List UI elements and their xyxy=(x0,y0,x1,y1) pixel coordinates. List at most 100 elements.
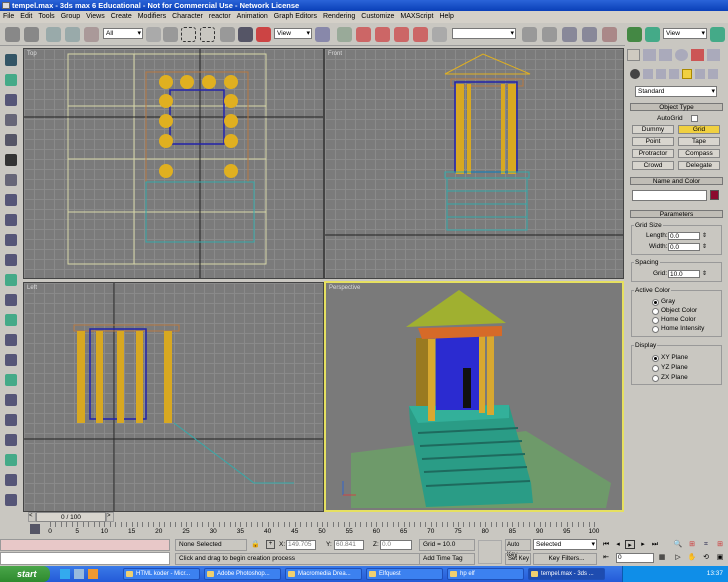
move-icon[interactable] xyxy=(220,27,235,42)
named-selection-dropdown[interactable] xyxy=(452,28,516,39)
compound-icon[interactable] xyxy=(5,334,17,346)
menu-modifiers[interactable]: Modifiers xyxy=(138,11,166,23)
doors-icon[interactable] xyxy=(5,414,17,426)
key-mode-dropdown[interactable]: Selected xyxy=(533,539,597,550)
radio-object-color[interactable]: Object Color xyxy=(652,307,697,315)
modify-tab-icon[interactable] xyxy=(643,49,656,61)
hierarchy-tab-icon[interactable] xyxy=(659,49,672,61)
dummy-button[interactable]: Dummy xyxy=(632,125,674,134)
curve-editor-icon[interactable] xyxy=(582,27,597,42)
radio-yz-plane[interactable]: YZ Plane xyxy=(652,364,688,372)
rectangular-selection-icon[interactable] xyxy=(181,27,196,42)
menu-file[interactable]: File xyxy=(3,11,14,23)
current-frame-field[interactable]: 0 xyxy=(616,553,654,563)
start-button[interactable]: start xyxy=(0,566,50,582)
angle-snap-icon[interactable] xyxy=(375,27,390,42)
material-icon[interactable] xyxy=(5,154,17,166)
viewport-label[interactable]: Perspective xyxy=(329,285,360,291)
layers-icon[interactable] xyxy=(5,174,17,186)
absolute-transform-icon[interactable]: + xyxy=(266,540,275,549)
lights-icon[interactable] xyxy=(656,69,666,79)
task-dreamweaver[interactable]: Macromedia Drea... xyxy=(285,568,362,580)
radio-home-color[interactable]: Home Color xyxy=(652,316,696,324)
bind-space-warp-icon[interactable] xyxy=(84,27,99,42)
task-elfquest[interactable]: Elfquest xyxy=(366,568,443,580)
utilities-tab-icon[interactable] xyxy=(707,49,720,61)
undo-icon[interactable] xyxy=(5,27,20,42)
quick-render-icon[interactable] xyxy=(710,27,725,42)
stairs-icon[interactable] xyxy=(5,454,17,466)
object-type-rollout[interactable]: Object Type xyxy=(630,103,723,111)
space-warps-icon[interactable] xyxy=(695,69,705,79)
pan-icon[interactable]: ✋ xyxy=(687,553,697,562)
zoom-extents-icon[interactable]: ⌗ xyxy=(701,540,711,549)
previous-frame-icon[interactable]: ◂ xyxy=(613,540,623,549)
window-crossing-icon[interactable] xyxy=(200,27,215,42)
mirror-icon[interactable] xyxy=(337,27,352,42)
layers-toolbar-icon[interactable] xyxy=(627,27,642,42)
display-tab-icon[interactable] xyxy=(691,49,704,61)
layer-manager-icon[interactable] xyxy=(562,27,577,42)
mirror-selected-icon[interactable] xyxy=(522,27,537,42)
helpers-icon[interactable] xyxy=(682,69,692,79)
quick-launch-icon[interactable] xyxy=(88,569,98,579)
teapot-icon[interactable] xyxy=(5,274,17,286)
time-configuration-icon[interactable]: ▦ xyxy=(657,553,667,562)
create-tab-icon[interactable] xyxy=(627,49,640,61)
prev-frame-arrow[interactable]: < xyxy=(28,512,36,522)
x-coordinate-field[interactable]: 149.705 xyxy=(286,540,316,550)
scale-icon[interactable] xyxy=(256,27,271,42)
viewport-label[interactable]: Left xyxy=(27,285,37,291)
menu-group[interactable]: Group xyxy=(61,11,80,23)
systems-icon[interactable] xyxy=(5,294,17,306)
field-of-view-icon[interactable]: ▷ xyxy=(673,553,683,562)
compass-button[interactable]: Compass xyxy=(678,149,720,158)
maximize-viewport-icon[interactable]: ▣ xyxy=(715,553,725,562)
task-3ds-max[interactable]: tempel.max - 3ds ... xyxy=(528,568,605,580)
add-time-tag-button[interactable]: Add Time Tag xyxy=(419,553,475,565)
arc-rotate-icon[interactable]: ⟲ xyxy=(701,553,711,562)
menu-views[interactable]: Views xyxy=(86,11,105,23)
create-cylinder-icon[interactable] xyxy=(5,74,17,86)
radio-zx-plane[interactable]: ZX Plane xyxy=(652,374,688,382)
viewport-top[interactable]: Top xyxy=(23,48,324,279)
menu-edit[interactable]: Edit xyxy=(20,11,32,23)
align-icon[interactable] xyxy=(542,27,557,42)
select-by-name-icon[interactable] xyxy=(163,27,178,42)
width-spinner[interactable]: ⇕ xyxy=(702,243,707,250)
parameters-rollout[interactable]: Parameters xyxy=(630,210,723,218)
railing-icon[interactable] xyxy=(5,494,17,506)
zoom-all-icon[interactable]: ⊞ xyxy=(687,540,697,549)
create-light-icon[interactable] xyxy=(5,114,17,126)
pivot-center-icon[interactable] xyxy=(315,27,330,42)
width-input[interactable]: 0.0 xyxy=(668,243,700,251)
radio-xy-plane[interactable]: XY Plane xyxy=(652,354,688,362)
viewport-perspective[interactable]: Perspective xyxy=(324,281,624,512)
lock-selection-icon[interactable]: 🔒 xyxy=(251,540,260,548)
patch-icon[interactable] xyxy=(5,374,17,386)
grid-spacing-input[interactable]: 10.0 xyxy=(668,270,700,278)
key-mode-toggle-icon[interactable]: ⇤ xyxy=(601,553,611,562)
zoom-extents-all-icon[interactable]: ⊞ xyxy=(715,540,725,549)
cameras-icon[interactable] xyxy=(669,69,679,79)
zoom-icon[interactable]: 🔍 xyxy=(673,540,683,549)
next-frame-arrow[interactable]: > xyxy=(106,512,114,522)
length-input[interactable]: 0.0 xyxy=(668,232,700,240)
reference-coordinate-dropdown[interactable]: View xyxy=(274,28,312,39)
task-html-koder[interactable]: HTML koder - Micr... xyxy=(123,568,200,580)
create-box-icon[interactable] xyxy=(5,54,17,66)
create-sphere-icon[interactable] xyxy=(5,94,17,106)
time-slider-thumb[interactable]: 0 / 100 xyxy=(36,512,106,522)
select-icon[interactable] xyxy=(146,27,161,42)
render-scene-icon[interactable] xyxy=(645,27,660,42)
spinner-snap-icon[interactable] xyxy=(413,27,428,42)
menu-character[interactable]: Character xyxy=(172,11,203,23)
go-to-end-icon[interactable]: ⏭ xyxy=(650,540,660,549)
foliage-icon[interactable] xyxy=(5,474,17,486)
object-name-input[interactable] xyxy=(632,190,707,201)
maxscript-output[interactable] xyxy=(0,552,170,565)
grid-spacing-spinner[interactable]: ⇕ xyxy=(702,270,707,277)
menu-graph-editors[interactable]: Graph Editors xyxy=(274,11,317,23)
length-spinner[interactable]: ⇕ xyxy=(702,232,707,239)
radio-home-intensity[interactable]: Home Intensity xyxy=(652,325,704,333)
